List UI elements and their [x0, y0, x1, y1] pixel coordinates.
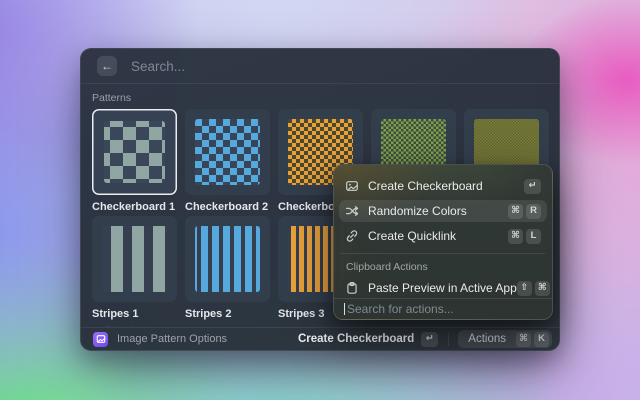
actions-search-bar: [334, 298, 552, 319]
tile-label: Stripes 2: [185, 308, 270, 321]
checkerboard-1-swatch: [104, 121, 165, 183]
actions-button-label: Actions: [468, 333, 506, 345]
section-label-patterns: Patterns: [92, 92, 559, 104]
r-keycap: R: [526, 204, 541, 219]
return-keycap: ↵: [421, 332, 438, 347]
command-keycap: ⌘: [535, 281, 550, 296]
tile-label: Checkerboard 1: [92, 201, 177, 214]
menu-item-paste-preview[interactable]: Paste Preview in Active App ⇧ ⌘ V: [339, 277, 547, 299]
menu-item-create-checkerboard[interactable]: Create Checkerboard ↵: [339, 175, 547, 197]
primary-action-label[interactable]: Create Checkerboard: [298, 333, 414, 345]
tile-label: Stripes 1: [92, 308, 177, 321]
image-icon: [96, 334, 106, 344]
command-keycap: ⌘: [516, 332, 531, 347]
menu-item-create-quicklink[interactable]: Create Quicklink ⌘ L: [339, 225, 547, 247]
pattern-tile-checkerboard-1[interactable]: [92, 109, 177, 195]
back-arrow-icon: ←: [101, 60, 113, 72]
command-keycap: ⌘: [508, 204, 523, 219]
desktop-background: ← Patterns Checkerboard 1 Checkerboard 2: [0, 0, 640, 400]
footer-bar: Image Pattern Options Create Checkerboar…: [81, 327, 559, 350]
search-input[interactable]: [131, 59, 543, 74]
menu-section-label: Clipboard Actions: [346, 261, 547, 273]
pattern-tile-checkerboard-2[interactable]: [185, 109, 270, 195]
shift-keycap: ⇧: [517, 281, 532, 296]
command-keycap: ⌘: [508, 229, 523, 244]
footer-divider: [448, 333, 449, 346]
menu-item-randomize-colors[interactable]: Randomize Colors ⌘ R: [339, 200, 547, 222]
menu-item-label: Randomize Colors: [368, 204, 508, 218]
link-icon: [345, 229, 359, 243]
tile-label: Checkerboard 2: [185, 201, 270, 214]
shuffle-icon: [345, 204, 359, 218]
l-keycap: L: [526, 229, 541, 244]
k-keycap: K: [534, 332, 549, 347]
stripes-2-swatch: [195, 226, 260, 292]
app-title: Image Pattern Options: [117, 333, 227, 345]
back-button[interactable]: ←: [97, 56, 117, 76]
actions-menu-popover: Create Checkerboard ↵ Randomize Colors: [333, 164, 553, 320]
image-icon: [345, 179, 359, 193]
search-bar: ←: [81, 49, 559, 84]
clipboard-icon: [345, 281, 359, 295]
actions-search-input[interactable]: [347, 302, 542, 316]
return-keycap: ↵: [524, 179, 541, 194]
menu-item-label: Create Quicklink: [368, 229, 508, 243]
image-pattern-app-icon: [93, 332, 108, 347]
pattern-tile-stripes-1[interactable]: [92, 216, 177, 302]
actions-button[interactable]: Actions ⌘ K: [458, 330, 552, 348]
stripes-1-swatch: [102, 226, 167, 292]
menu-item-label: Paste Preview in Active App: [368, 281, 517, 295]
checkerboard-2-swatch: [195, 119, 260, 185]
menu-item-label: Create Checkerboard: [368, 179, 524, 193]
menu-divider: [341, 253, 545, 254]
actions-menu-list: Create Checkerboard ↵ Randomize Colors: [334, 165, 552, 300]
pattern-tile-stripes-2[interactable]: [185, 216, 270, 302]
text-cursor: [344, 303, 345, 315]
